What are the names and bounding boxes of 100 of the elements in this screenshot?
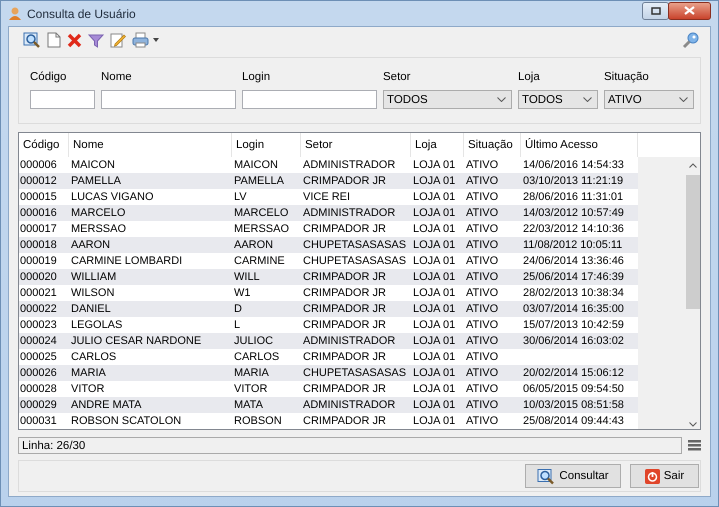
table-cell-text: L xyxy=(233,318,242,333)
table-cell-text: 000019 xyxy=(19,254,58,269)
table-cell-text: 000024 xyxy=(19,334,58,349)
table-cell-text: 000022 xyxy=(19,302,58,317)
edit-icon[interactable] xyxy=(110,32,126,48)
table-cell-text: CRIMPADOR JR xyxy=(302,414,387,429)
table-cell-text: PAMELLA xyxy=(233,174,285,189)
table-cell-text: DANIEL xyxy=(70,302,112,317)
table-cell-text: 000016 xyxy=(19,206,58,221)
table-cell-text: LOJA 01 xyxy=(412,398,456,413)
table-cell-text: ATIVO xyxy=(465,222,500,237)
table-cell-text: CARLOS xyxy=(70,350,118,365)
caret-icon[interactable] xyxy=(153,38,159,42)
table-cell-text: CRIMPADOR JR xyxy=(302,174,387,189)
table-cell-text: LOJA 01 xyxy=(412,190,456,205)
search-icon[interactable] xyxy=(23,32,41,48)
table-cell-text: 20/02/2014 15:06:12 xyxy=(522,366,625,381)
table-cell-text: ATIVO xyxy=(465,350,500,365)
table-cell-text: ADMINISTRADOR xyxy=(302,334,396,349)
field-label: Código xyxy=(30,70,68,84)
table-cell-text: 06/05/2015 09:54:50 xyxy=(522,382,625,397)
input-field[interactable] xyxy=(242,90,377,109)
table-cell-text: CRIMPADOR JR xyxy=(302,318,387,333)
dropdown[interactable]: TODOS xyxy=(383,90,512,109)
table-cell-text: ROBSON xyxy=(233,414,283,429)
table-cell-text: LOJA 01 xyxy=(412,286,456,301)
table-cell-text: CRIMPADOR JR xyxy=(302,222,387,237)
table-cell-text: ATIVO xyxy=(465,174,500,189)
table-cell-text: ATIVO xyxy=(465,334,500,349)
table-cell-text: 000028 xyxy=(19,382,58,397)
table-cell-text: WILL xyxy=(233,270,261,285)
table-cell-text: CRIMPADOR JR xyxy=(302,350,387,365)
restore-button[interactable] xyxy=(642,2,669,20)
table-cell-text: ATIVO xyxy=(465,286,500,301)
table-cell-text: ATIVO xyxy=(465,302,500,317)
close-button[interactable] xyxy=(668,2,711,20)
table-cell-text: 14/06/2016 14:54:33 xyxy=(522,158,625,173)
table-cell-text: 000026 xyxy=(19,366,58,381)
table-cell-text: D xyxy=(233,302,243,317)
table-cell-text: LUCAS VIGANO xyxy=(70,190,155,205)
field-label: Situação xyxy=(604,70,650,84)
new-document-icon[interactable] xyxy=(47,32,61,48)
input-field[interactable] xyxy=(101,90,236,109)
printer-icon[interactable] xyxy=(132,32,150,48)
table-cell-text: CHUPETASASASAS xyxy=(302,366,408,381)
table-cell-text: VITOR xyxy=(70,382,106,397)
delete-icon[interactable] xyxy=(67,32,82,48)
table-cell-text: ADMINISTRADOR xyxy=(302,206,396,221)
table-cell-text: CRIMPADOR JR xyxy=(302,270,387,285)
table-cell-text: 30/06/2014 16:03:02 xyxy=(522,334,625,349)
table-cell-text: LOJA 01 xyxy=(412,270,456,285)
table-cell-text: 28/02/2013 10:38:34 xyxy=(522,286,625,301)
table-cell-text: LOJA 01 xyxy=(412,158,456,173)
scrollbar-thumb[interactable] xyxy=(686,175,700,309)
table-cell-text: AARON xyxy=(70,238,112,253)
table-cell-text: ATIVO xyxy=(465,158,500,173)
table-cell-text: ATIVO xyxy=(465,238,500,253)
user-icon xyxy=(8,6,22,21)
close-icon xyxy=(684,6,695,15)
menu-icon[interactable] xyxy=(688,440,701,451)
chevron-down-icon[interactable] xyxy=(688,422,696,427)
chevron-up-icon[interactable] xyxy=(688,163,696,168)
table-cell-text: LOJA 01 xyxy=(412,254,456,269)
table-cell-text: VICE REI xyxy=(302,190,352,205)
table-cell-text: LOJA 01 xyxy=(412,414,456,429)
table-cell-text: LOJA 01 xyxy=(412,334,456,349)
table-cell-text: LEGOLAS xyxy=(70,318,124,333)
table-cell-text: VITOR xyxy=(233,382,268,397)
dropdown[interactable]: TODOS xyxy=(518,90,598,109)
search-button[interactable]: Consultar xyxy=(525,464,621,488)
table-cell-text: MATA xyxy=(233,398,264,413)
table-cell-text: 000021 xyxy=(19,286,58,301)
table-cell-text: LV xyxy=(233,190,248,205)
table-cell-text: 000012 xyxy=(19,174,58,189)
field-label: Login xyxy=(242,70,272,84)
table-cell-text: 10/03/2015 08:51:58 xyxy=(522,398,625,413)
table-cell-text: WILLIAM xyxy=(70,270,118,285)
table-cell-text: 24/06/2014 13:36:46 xyxy=(522,254,625,269)
table-cell-text: ATIVO xyxy=(465,190,500,205)
table-cell-text: LOJA 01 xyxy=(412,302,456,317)
dropdown[interactable]: ATIVO xyxy=(604,90,694,109)
table-cell-text: 11/08/2012 10:05:11 xyxy=(522,238,624,253)
filter-icon[interactable] xyxy=(88,32,104,48)
table-cell-text: ANDRE MATA xyxy=(70,398,142,413)
table-cell-text: W1 xyxy=(233,286,252,301)
table-cell-text: CARMINE xyxy=(233,254,286,269)
field-label: Setor xyxy=(383,70,412,84)
table-cell-text: ATIVO xyxy=(465,270,500,285)
table-cell-text: 25/08/2014 09:44:43 xyxy=(522,414,625,429)
input-field[interactable] xyxy=(30,90,95,109)
table-cell-text: 03/10/2013 11:21:19 xyxy=(522,174,624,189)
table-cell-text: CARLOS xyxy=(233,350,280,365)
table-cell-text: CHUPETASASASAS xyxy=(302,238,408,253)
table-cell-text: 000018 xyxy=(19,238,58,253)
table-cell-text: CHUPETASASASAS xyxy=(302,254,408,269)
table-cell-text: 000029 xyxy=(19,398,58,413)
exit-button[interactable]: Sair xyxy=(630,464,699,488)
table-cell-text: LOJA 01 xyxy=(412,222,456,237)
table-cell-text: ATIVO xyxy=(465,414,500,429)
table-cell-text: PAMELLA xyxy=(70,174,122,189)
